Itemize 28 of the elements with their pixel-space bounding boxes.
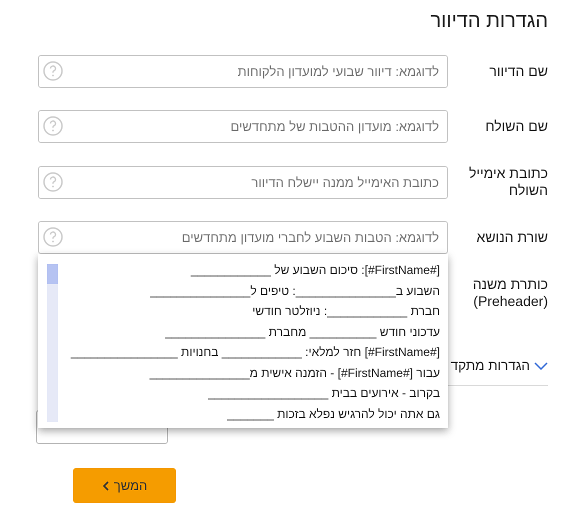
chevron-left-icon [102,480,110,490]
suggestion-option[interactable]: [#FirstName#]: סיכום השבוע של ____________ [58,260,440,280]
suggestion-option[interactable]: עבור [#FirstName#] - הזמנה אישית מ_______________ [58,362,440,383]
field-label: כתובת אימייל השולח [468,165,548,199]
suggestion-option[interactable]: חברת ____________: ניוזלטר חודשי [58,301,440,322]
input-field[interactable]: כתובת האימייל ממנה יישלח הדיוור [38,166,448,198]
help-icon[interactable] [43,227,63,247]
input-field[interactable] [36,410,168,444]
field-label: שם הדיוור [488,63,548,80]
suggestion-option[interactable]: עדכוני חודש __________ מחברת _______________ [58,322,440,342]
advanced-settings-toggle[interactable]: הגדרות מתקד [450,358,530,373]
scrollbar[interactable] [47,264,58,422]
help-icon[interactable] [43,61,63,81]
help-icon[interactable] [43,116,63,136]
field-label: כותרת משנה (Preheader) [472,276,548,310]
continue-button[interactable]: המשך [73,468,176,503]
suggestion-option[interactable]: בקרוב - אירועים בבית __________________ [58,383,440,404]
chevron-down-icon [534,362,548,370]
suggestion-option[interactable]: [#FirstName#] חזר למלאי: ____________ בחנויות ________________ [58,342,440,362]
suggestion-option[interactable]: גם אתה יכול להרגיש נפלא בזכות _______ [58,404,440,424]
input-field[interactable]: לדוגמא: מועדון ההטבות של מתחדשים [38,110,448,143]
help-icon[interactable] [43,172,63,192]
input-field[interactable]: לדוגמא: דיוור שבועי למועדון הלקוחות [38,55,448,88]
suggestion-option[interactable]: השבוע ב_______________: טיפים ל_______________ [58,280,440,301]
field-label: שורת הנושא [476,229,548,246]
input-field[interactable]: לדוגמא: הטבות השבוע לחברי מועדון מתחדשים [38,221,448,254]
page-title: הגדרות הדיוור [430,10,548,33]
field-label: שם השולח [484,118,548,135]
